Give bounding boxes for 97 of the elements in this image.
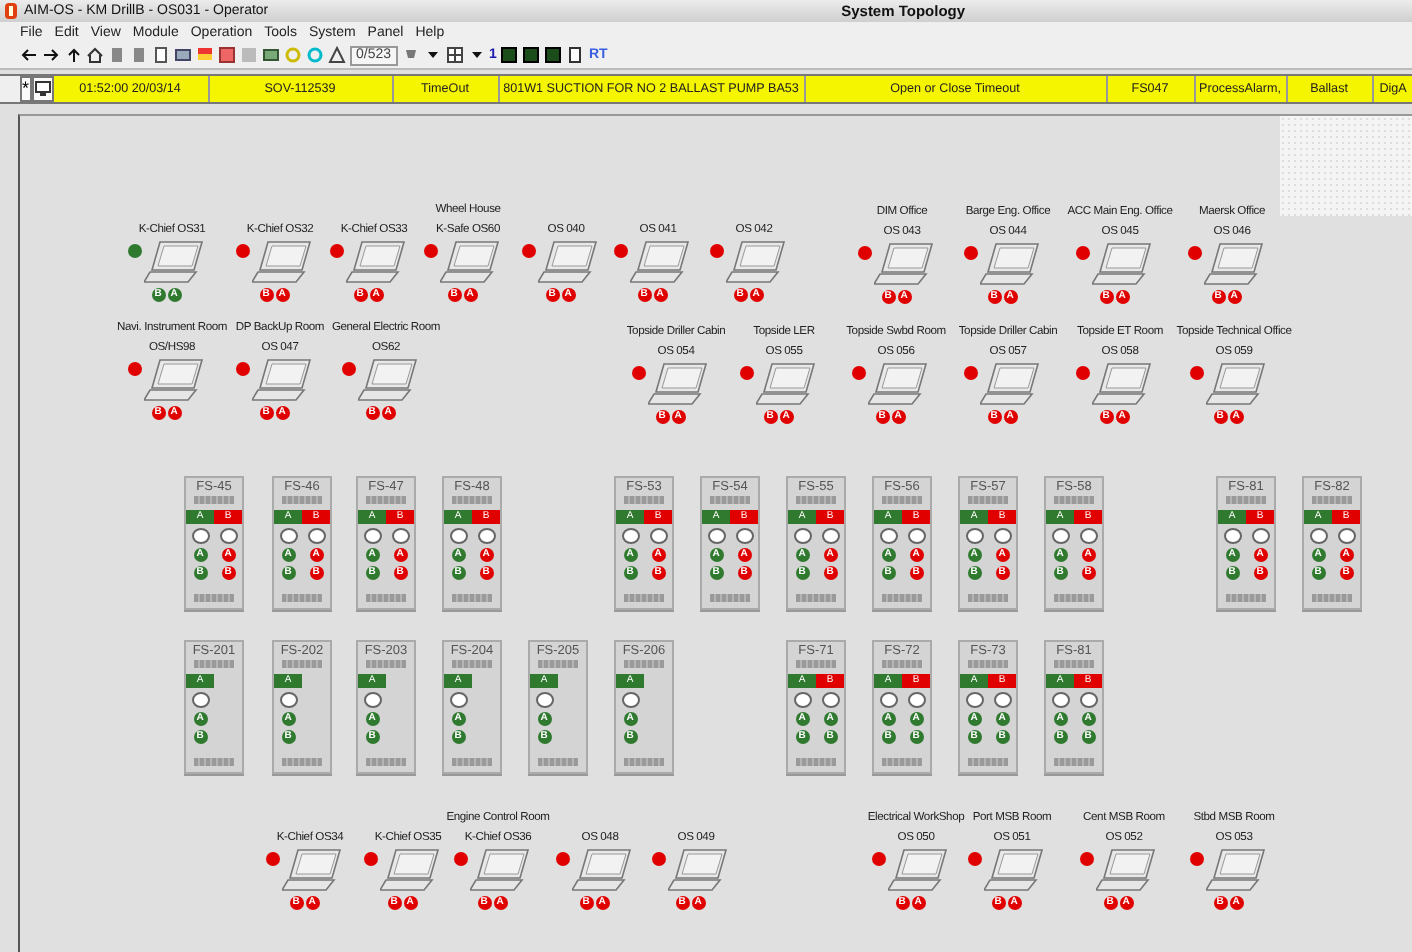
grille-drawing: [366, 758, 406, 766]
up-arrow-icon[interactable]: [64, 46, 82, 64]
laptop-icon: [380, 848, 440, 894]
grille-drawing: [968, 660, 1008, 668]
grille-drawing: [194, 496, 234, 504]
grille-drawing: [1054, 496, 1094, 504]
grille-drawing: [710, 496, 750, 504]
laptop-icon: [980, 242, 1040, 288]
grille-drawing: [452, 660, 492, 668]
grille-drawing: [1226, 496, 1266, 504]
laptop-icon: [648, 362, 708, 408]
lamp-icon: [191, 692, 209, 708]
grid-icon[interactable]: [445, 46, 464, 64]
grille-drawing: [452, 594, 492, 602]
document-icon[interactable]: [152, 46, 170, 64]
laptop-icon: [984, 848, 1044, 894]
laptop-icon: [1092, 242, 1152, 288]
laptop-icon: [144, 240, 204, 286]
forward-arrow-icon[interactable]: [42, 46, 60, 64]
grille-drawing: [1054, 758, 1094, 766]
grille-drawing: [538, 660, 578, 668]
laptop-icon: [726, 240, 786, 286]
grille-drawing: [194, 660, 234, 668]
monitor-button[interactable]: [31, 76, 54, 102]
laptop-icon: [538, 240, 598, 286]
grille-drawing: [882, 594, 922, 602]
grille-drawing: [968, 758, 1008, 766]
laptop-icon: [252, 358, 312, 404]
lamp-icon: [535, 692, 553, 708]
grille-drawing: [366, 594, 406, 602]
laptop-icon: [282, 848, 342, 894]
grille-drawing: [796, 496, 836, 504]
grille-drawing: [194, 758, 234, 766]
grille-drawing: [1054, 660, 1094, 668]
folder-icon[interactable]: [262, 46, 280, 64]
laptop-icon: [630, 240, 690, 286]
grille-drawing: [796, 758, 836, 766]
grille-drawing: [1312, 594, 1352, 602]
lamp-icon: [363, 692, 381, 708]
laptop-icon: [346, 240, 406, 286]
grille-drawing: [796, 660, 836, 668]
flag-icon[interactable]: [196, 46, 214, 64]
back-arrow-icon[interactable]: [20, 46, 38, 64]
laptop-icon: [874, 242, 934, 288]
home-icon[interactable]: [86, 46, 104, 64]
laptop-icon: [144, 358, 204, 404]
lamp-icon: [621, 692, 639, 708]
grille-drawing: [452, 496, 492, 504]
lamp-icon: [279, 692, 297, 708]
grille-drawing: [194, 594, 234, 602]
pin-button[interactable]: *: [20, 76, 32, 102]
grille-drawing: [624, 496, 664, 504]
grille-drawing: [624, 594, 664, 602]
note-icon[interactable]: [566, 46, 585, 64]
grille-drawing: [710, 594, 750, 602]
laptop-icon: [470, 848, 530, 894]
grille-drawing: [1226, 594, 1266, 602]
laptop-icon: [868, 362, 928, 408]
square-icon[interactable]: [544, 46, 563, 64]
laptop-icon: [1092, 362, 1152, 408]
laptop-icon: [1204, 242, 1264, 288]
grille-drawing: [1312, 496, 1352, 504]
grille-drawing: [882, 758, 922, 766]
warning-icon[interactable]: [328, 46, 346, 64]
laptop-icon: [572, 848, 632, 894]
grille-drawing: [282, 496, 322, 504]
grille-drawing: [1054, 594, 1094, 602]
grille-drawing: [968, 496, 1008, 504]
grille-drawing: [968, 594, 1008, 602]
laptop-icon: [980, 362, 1040, 408]
grille-drawing: [624, 660, 664, 668]
grille-drawing: [538, 758, 578, 766]
grille-drawing: [882, 496, 922, 504]
grille-drawing: [282, 758, 322, 766]
grille-drawing: [452, 758, 492, 766]
app-logo-icon: [4, 2, 18, 20]
laptop-icon: [440, 240, 500, 286]
laptop-icon: [1096, 848, 1156, 894]
laptop-icon: [668, 848, 728, 894]
grille-drawing: [366, 660, 406, 668]
lamp-icon: [449, 692, 467, 708]
laptop-icon: [358, 358, 418, 404]
laptop-icon: [1206, 848, 1266, 894]
pattern-panel: [1280, 116, 1412, 216]
card-icon[interactable]: [174, 46, 192, 64]
square-icon[interactable]: [522, 46, 541, 64]
square-icon[interactable]: [500, 46, 519, 64]
grille-drawing: [624, 758, 664, 766]
laptop-icon: [1206, 362, 1266, 408]
grille-drawing: [366, 496, 406, 504]
grille-drawing: [282, 660, 322, 668]
laptop-icon: [756, 362, 816, 408]
laptop-icon: [888, 848, 948, 894]
grille-drawing: [796, 594, 836, 602]
laptop-icon: [252, 240, 312, 286]
grille-drawing: [882, 660, 922, 668]
grille-drawing: [282, 594, 322, 602]
